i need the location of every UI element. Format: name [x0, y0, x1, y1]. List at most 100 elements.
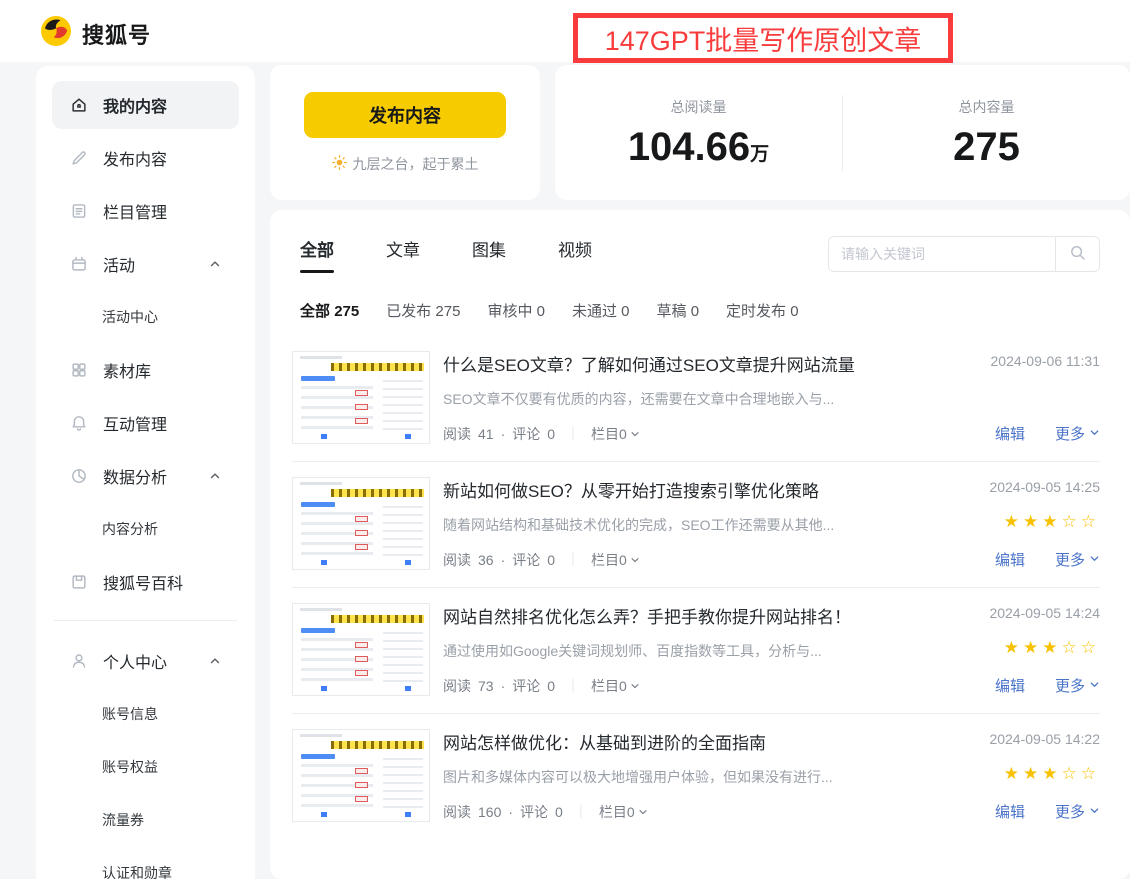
sidebar-item-activity[interactable]: 活动: [52, 240, 239, 288]
more-button[interactable]: 更多: [1055, 423, 1100, 444]
column-label: 栏目0: [599, 802, 635, 822]
sidebar-subitem-label: 活动中心: [102, 307, 158, 327]
article-title[interactable]: 什么是SEO文章？了解如何通过SEO文章提升网站流量: [443, 351, 912, 376]
tab-gallery[interactable]: 图集: [472, 236, 506, 273]
sidebar-item-label: 互动管理: [103, 411, 167, 435]
publish-content-button[interactable]: 发布内容: [304, 92, 506, 138]
reads-value: 41: [478, 426, 494, 442]
filter-count: 0: [621, 303, 629, 320]
article-thumbnail[interactable]: [292, 603, 430, 696]
sidebar-item-material-library[interactable]: 素材库: [52, 346, 239, 394]
bar-separator: ｜: [566, 424, 580, 444]
more-label: 更多: [1055, 549, 1085, 570]
article-description: 通过使用如Google关键词规划师、百度指数等工具，分析与...: [443, 641, 912, 661]
filter-reviewing[interactable]: 审核中 0: [487, 300, 545, 321]
sidebar-subitem-certification-medals[interactable]: 认证和勋章: [52, 849, 239, 879]
sidebar-subitem-account-info[interactable]: 账号信息: [52, 690, 239, 738]
article-actions: 编辑 更多: [995, 423, 1100, 444]
logo-text: 搜狐号: [82, 18, 151, 50]
search-button[interactable]: [1055, 237, 1099, 271]
article-main: 网站怎样做优化：从基础到进阶的全面指南图片和多媒体内容可以极大地增强用户体验，但…: [443, 729, 928, 822]
page: 搜狐号 147GPT批量写作原创文章 我的内容发布内容栏目管理活动活动中心素材库…: [0, 0, 1130, 879]
column-dropdown[interactable]: 栏目0: [599, 802, 648, 822]
sohu-logo[interactable]: 搜狐号: [40, 15, 151, 52]
edit-button[interactable]: 编辑: [995, 801, 1025, 822]
filter-scheduled[interactable]: 定时发布 0: [726, 300, 799, 321]
stat-number: 104.66: [628, 125, 750, 169]
article-title[interactable]: 网站自然排名优化怎么弄？手把手教你提升网站排名！: [443, 603, 912, 628]
edit-button[interactable]: 编辑: [995, 423, 1025, 444]
document-icon: [70, 202, 88, 220]
sidebar-item-my-content[interactable]: 我的内容: [52, 81, 239, 129]
sidebar-item-label: 搜狐号百科: [103, 570, 183, 594]
article-thumbnail[interactable]: [292, 729, 430, 822]
star-filled-icon: ★: [1023, 638, 1042, 657]
content-list-card: 全部 文章 图集 视频 全部 275 已发布 275 审核中 0 未通过 0 草稿 0 定时发布…: [270, 210, 1130, 879]
publish-date: 2024-09-06 11:31: [991, 353, 1101, 369]
column-dropdown[interactable]: 栏目0: [591, 424, 640, 444]
sidebar-item-label: 数据分析: [103, 464, 167, 488]
article-title[interactable]: 网站怎样做优化：从基础到进阶的全面指南: [443, 729, 912, 754]
sidebar-item-column-manage[interactable]: 栏目管理: [52, 187, 239, 235]
tab-all[interactable]: 全部: [300, 236, 334, 273]
tab-video[interactable]: 视频: [558, 236, 592, 273]
article-thumbnail[interactable]: [292, 477, 430, 570]
grid-icon: [70, 361, 88, 379]
sidebar-item-sohu-wiki[interactable]: 搜狐号百科: [52, 558, 239, 606]
search-icon: [1069, 244, 1087, 265]
star-filled-icon: ★: [1042, 638, 1061, 657]
edit-button[interactable]: 编辑: [995, 675, 1025, 696]
sidebar-subitem-account-rights[interactable]: 账号权益: [52, 743, 239, 791]
pie-icon: [70, 467, 88, 485]
article-side: 2024-09-05 14:25★★★☆☆编辑更多: [928, 477, 1100, 570]
tab-underline: [558, 270, 592, 273]
sidebar-item-label: 发布内容: [103, 146, 167, 170]
article-title[interactable]: 新站如何做SEO？从零开始打造搜索引擎优化策略: [443, 477, 912, 502]
filter-draft[interactable]: 草稿 0: [657, 300, 700, 321]
sidebar-subitem-label: 认证和勋章: [102, 863, 172, 879]
tab-underline: [472, 270, 506, 273]
article-thumbnail[interactable]: [292, 351, 430, 444]
sidebar-item-data-analysis[interactable]: 数据分析: [52, 452, 239, 500]
filter-published[interactable]: 已发布 275: [386, 300, 460, 321]
chevron-down-icon: [630, 678, 640, 694]
sidebar-item-label: 个人中心: [103, 649, 167, 673]
stat-value: 104.66万: [628, 125, 769, 169]
status-filters: 全部 275 已发布 275 审核中 0 未通过 0 草稿 0 定时发布 0: [292, 300, 1100, 321]
sidebar-item-label: 素材库: [103, 358, 151, 382]
article-row: 什么是SEO文章？了解如何通过SEO文章提升网站流量SEO文章不仅要有优质的内容…: [292, 336, 1100, 461]
filter-rejected[interactable]: 未通过 0: [572, 300, 630, 321]
comments-label: 评论: [512, 424, 540, 444]
sidebar-item-personal-center[interactable]: 个人中心: [52, 637, 239, 685]
star-filled-icon: ★: [1004, 512, 1023, 531]
calendar-icon: [70, 255, 88, 273]
edit-button[interactable]: 编辑: [995, 549, 1025, 570]
bar-separator: ｜: [574, 802, 588, 822]
more-button[interactable]: 更多: [1055, 549, 1100, 570]
reads-value: 36: [478, 552, 494, 568]
sidebar-subitem-traffic-coupon[interactable]: 流量券: [52, 796, 239, 844]
star-outline-icon: ☆: [1062, 512, 1081, 531]
sidebar-subitem-content-analysis[interactable]: 内容分析: [52, 505, 239, 553]
chevron-up-icon: [209, 258, 221, 270]
more-button[interactable]: 更多: [1055, 801, 1100, 822]
more-button[interactable]: 更多: [1055, 675, 1100, 696]
tab-article[interactable]: 文章: [386, 236, 420, 273]
stat-label: 总内容量: [959, 97, 1015, 117]
filter-all[interactable]: 全部 275: [300, 300, 359, 321]
chevron-up-icon: [209, 470, 221, 482]
reads-label: 阅读: [443, 802, 471, 822]
tab-label: 文章: [386, 236, 420, 261]
sidebar-item-publish[interactable]: 发布内容: [52, 134, 239, 182]
star-filled-icon: ★: [1023, 764, 1042, 783]
filter-count: 0: [691, 303, 699, 320]
column-dropdown[interactable]: 栏目0: [591, 550, 640, 570]
sidebar-item-interaction-manage[interactable]: 互动管理: [52, 399, 239, 447]
search-input[interactable]: [829, 237, 1055, 271]
column-dropdown[interactable]: 栏目0: [591, 676, 640, 696]
comments-value: 0: [555, 804, 563, 820]
column-label: 栏目0: [591, 676, 627, 696]
reads-label: 阅读: [443, 550, 471, 570]
sidebar-subitem-activity-center[interactable]: 活动中心: [52, 293, 239, 341]
article-row: 网站怎样做优化：从基础到进阶的全面指南图片和多媒体内容可以极大地增强用户体验，但…: [292, 713, 1100, 839]
